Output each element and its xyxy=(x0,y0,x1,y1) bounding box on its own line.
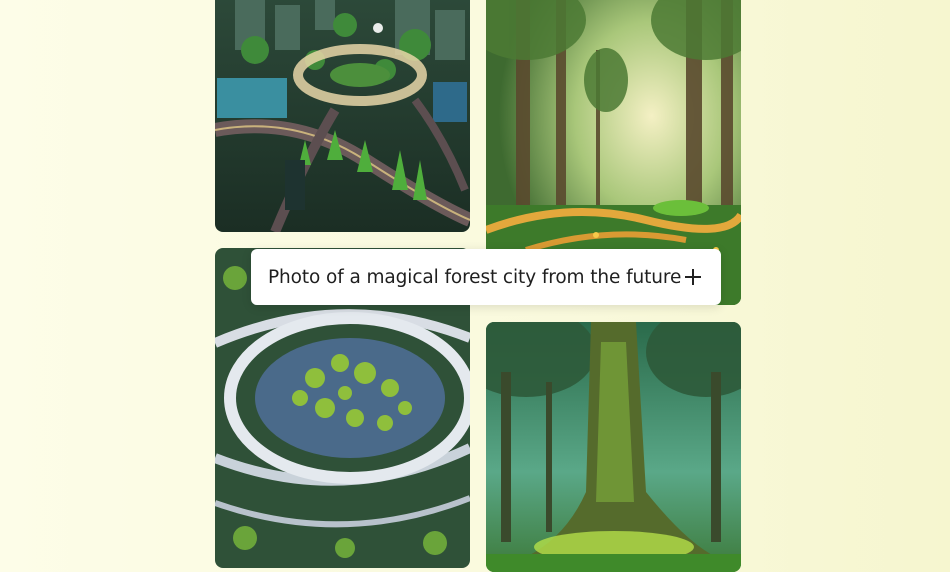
prompt-text: Photo of a magical forest city from the … xyxy=(268,266,682,288)
plus-icon xyxy=(685,269,702,285)
image-city-roundabout xyxy=(215,0,470,232)
image-ancient-tree xyxy=(486,322,741,572)
prompt-suggestion-chip[interactable]: Photo of a magical forest city from the … xyxy=(251,249,721,305)
generated-image-1[interactable] xyxy=(215,0,470,232)
add-prompt-button[interactable] xyxy=(681,263,705,291)
generated-image-4[interactable] xyxy=(486,322,741,572)
image-results-canvas: Photo of a magical forest city from the … xyxy=(0,0,950,572)
